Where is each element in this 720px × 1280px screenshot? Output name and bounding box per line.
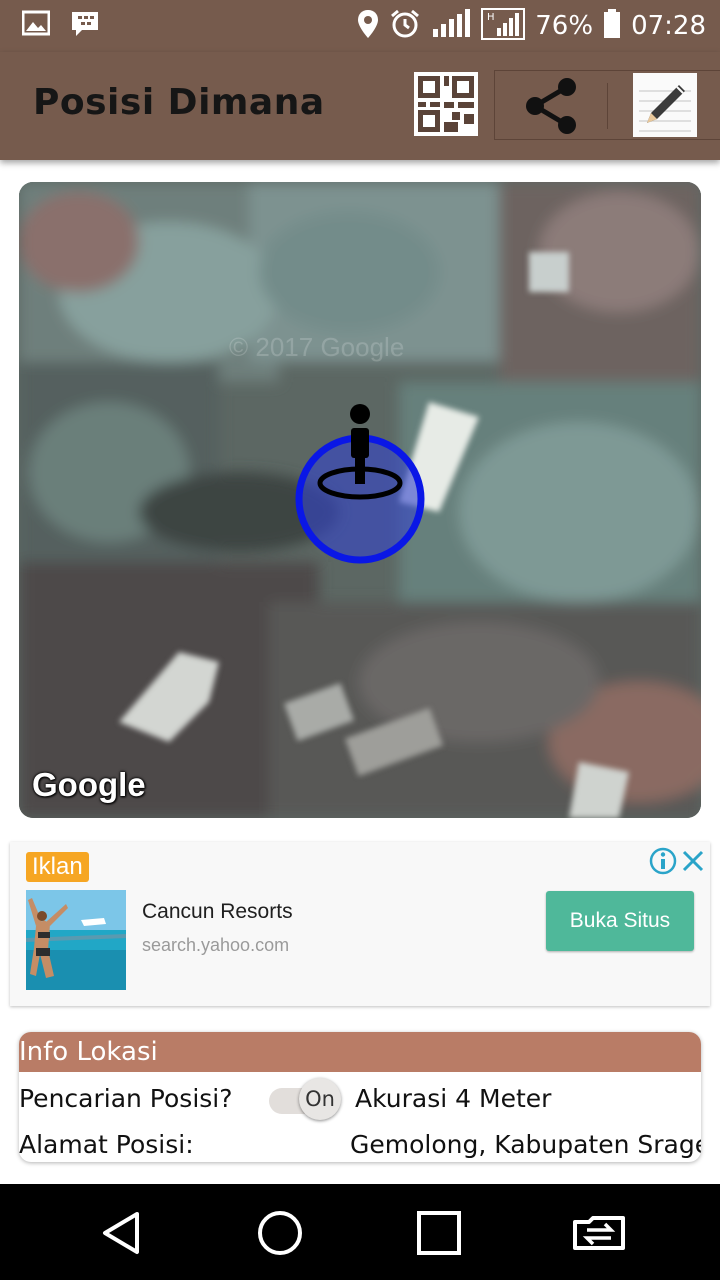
address-value: Gemolong, Kabupaten Srage xyxy=(350,1130,701,1159)
ad-title[interactable]: Cancun Resorts xyxy=(142,900,293,924)
location-info-card: Info Lokasi Pencarian Posisi? On Akurasi… xyxy=(19,1032,701,1162)
gallery-icon xyxy=(21,10,51,42)
qr-code-icon xyxy=(414,72,478,136)
info-icon xyxy=(649,847,677,875)
app-bar: Posisi Dimana xyxy=(0,52,720,160)
back-icon xyxy=(103,1212,139,1254)
switch-sim-button[interactable] xyxy=(571,1208,627,1258)
clock: 07:28 xyxy=(631,11,706,41)
ad-image[interactable] xyxy=(26,890,126,990)
switch-icon xyxy=(573,1216,625,1250)
ad-url: search.yahoo.com xyxy=(142,935,290,955)
recents-button[interactable] xyxy=(414,1208,464,1258)
home-icon xyxy=(258,1211,302,1255)
google-logo: Google xyxy=(32,766,146,803)
back-button[interactable] xyxy=(97,1208,147,1258)
recents-icon xyxy=(417,1211,461,1255)
close-icon xyxy=(682,850,704,872)
share-button[interactable] xyxy=(523,77,579,135)
battery-percent: 76% xyxy=(535,11,594,41)
ad-close-button[interactable] xyxy=(678,846,708,876)
address-label: Alamat Posisi: xyxy=(19,1130,194,1159)
search-row: Pencarian Posisi? On Akurasi 4 Meter xyxy=(19,1078,701,1120)
location-icon xyxy=(357,9,379,43)
page-title: Posisi Dimana xyxy=(33,82,325,123)
navigation-bar xyxy=(0,1184,720,1280)
ad-info-button[interactable] xyxy=(648,846,678,876)
ad-cta-button[interactable]: Buka Situs xyxy=(546,891,694,951)
svg-text:H: H xyxy=(487,12,495,23)
address-row: Alamat Posisi: Gemolong, Kabupaten Srage xyxy=(19,1130,701,1159)
signal-icon xyxy=(431,9,471,43)
ad-badge: Iklan xyxy=(26,852,89,882)
info-header: Info Lokasi xyxy=(19,1032,701,1072)
status-bar: H 76% 07:28 xyxy=(0,0,720,52)
edit-button[interactable] xyxy=(633,73,697,137)
search-label: Pencarian Posisi? xyxy=(19,1084,233,1113)
action-group xyxy=(494,70,720,140)
share-icon xyxy=(526,78,576,134)
battery-icon xyxy=(603,9,621,43)
accuracy-text: Akurasi 4 Meter xyxy=(355,1084,552,1113)
search-toggle-thumb[interactable]: On xyxy=(299,1078,341,1120)
hsdpa-signal-icon: H xyxy=(481,8,526,44)
edit-icon xyxy=(639,85,691,132)
alarm-icon xyxy=(389,8,421,44)
action-divider xyxy=(607,83,608,129)
ad-banner[interactable]: Iklan Cancun Resorts search.yahoo.com Bu… xyxy=(10,842,710,1006)
bbm-icon xyxy=(70,10,100,42)
home-button[interactable] xyxy=(255,1208,305,1258)
map-watermark: © 2017 Google xyxy=(229,332,405,362)
map-view[interactable]: © 2017 Google Google xyxy=(19,182,701,818)
my-location-marker xyxy=(295,404,425,564)
qr-code-button[interactable] xyxy=(414,72,478,136)
